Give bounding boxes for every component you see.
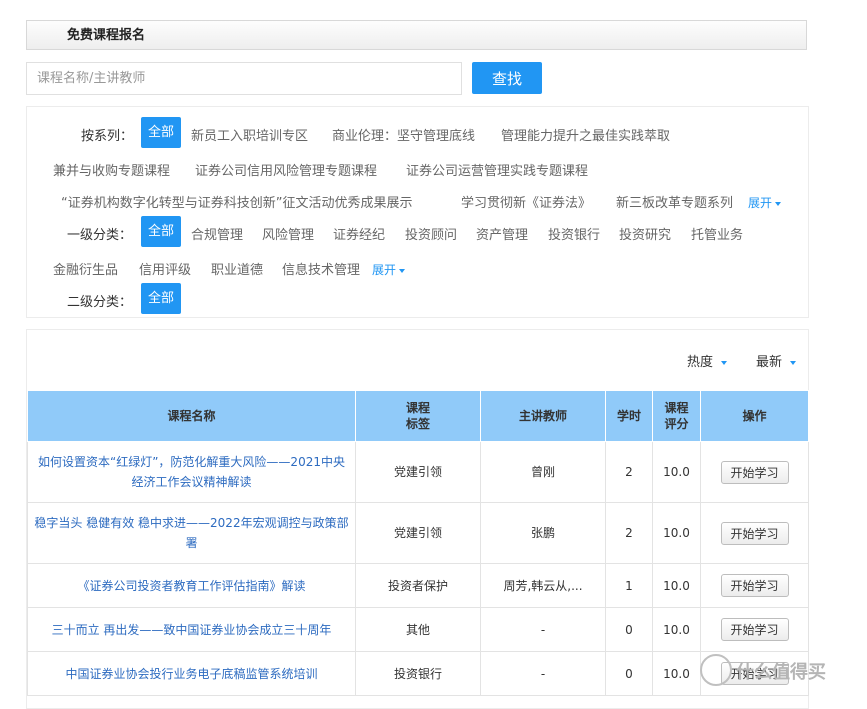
course-action-cell: 开始学习 [700, 607, 809, 652]
series-filter-item[interactable]: 新员工入职培训专区 [191, 125, 308, 144]
sort-by-latest[interactable]: 最新 [756, 351, 797, 370]
chevron-down-icon [399, 268, 406, 273]
column-header-tag: 课程 标签 [355, 390, 481, 442]
search-button[interactable]: 查找 [472, 62, 542, 94]
series-filter-item[interactable]: 商业伦理：坚守管理底线 [332, 125, 475, 144]
course-tag: 党建引领 [355, 502, 481, 564]
course-teacher: - [480, 607, 606, 652]
column-header-teacher: 主讲教师 [480, 390, 606, 442]
column-header-action: 操作 [700, 390, 809, 442]
watermark: 什么值得买 [700, 652, 860, 692]
start-study-button[interactable]: 开始学习 [720, 521, 789, 545]
course-hours: 2 [605, 502, 653, 564]
level2-filter-all[interactable]: 全部 [141, 283, 181, 314]
sort-hot-label: 热度 [687, 355, 714, 370]
course-tag: 投资银行 [355, 651, 481, 696]
start-study-button[interactable]: 开始学习 [720, 618, 789, 641]
level1-filter-item[interactable]: 金融衍生品 [53, 259, 118, 278]
watermark-text: 什么值得买 [736, 662, 826, 683]
course-hours: 1 [605, 563, 653, 608]
series-filter-all[interactable]: 全部 [141, 117, 181, 148]
level1-filter-item[interactable]: 资产管理 [476, 224, 528, 243]
level1-expand-label: 展开 [372, 263, 397, 277]
course-name-link[interactable]: 稳字当头 稳健有效 稳中求进——2022年宏观调控与政策部署 [27, 502, 356, 564]
course-name-link[interactable]: 《证券公司投资者教育工作评估指南》解读 [27, 563, 356, 608]
series-filter-item[interactable]: 管理能力提升之最佳实践萃取 [501, 125, 670, 144]
table-row: 如何设置资本“红绿灯”，防范化解重大风险——2021中央经济工作会议精神解读 党… [27, 441, 809, 503]
course-action-cell: 开始学习 [700, 441, 809, 503]
course-tag: 其他 [355, 607, 481, 652]
sort-latest-label: 最新 [756, 355, 783, 370]
series-expand-label: 展开 [748, 196, 773, 210]
level1-filter-label: 一级分类： [67, 228, 133, 243]
course-score: 10.0 [652, 502, 701, 564]
course-teacher: 张鹏 [480, 502, 606, 564]
level1-filter-item[interactable]: 职业道德 [211, 259, 263, 278]
series-filter-item[interactable]: 兼并与收购专题课程 [53, 160, 170, 179]
level1-filter-item[interactable]: 投资顾问 [405, 224, 457, 243]
column-header-hours: 学时 [605, 390, 653, 442]
chevron-down-icon [775, 201, 782, 206]
section-title: 免费课程报名 [67, 28, 146, 43]
sort-by-hot[interactable]: 热度 [687, 351, 728, 370]
series-filter-item[interactable]: 证券公司信用风险管理专题课程 [195, 160, 377, 179]
table-row: 稳字当头 稳健有效 稳中求进——2022年宏观调控与政策部署 党建引领 张鹏 2… [27, 502, 809, 564]
course-name-link[interactable]: 如何设置资本“红绿灯”，防范化解重大风险——2021中央经济工作会议精神解读 [27, 441, 356, 503]
level1-filter-item[interactable]: 合规管理 [191, 224, 243, 243]
column-header-name: 课程名称 [27, 390, 356, 442]
start-study-button[interactable]: 开始学习 [720, 574, 789, 597]
course-score: 10.0 [652, 441, 701, 503]
search-input[interactable] [26, 62, 462, 95]
level1-filter-all[interactable]: 全部 [141, 216, 181, 247]
start-study-button[interactable]: 开始学习 [720, 460, 789, 484]
level1-filter-item[interactable]: 投资研究 [619, 224, 671, 243]
level2-filter-label: 二级分类： [67, 295, 133, 310]
chevron-down-icon [790, 360, 797, 365]
series-filter-item[interactable]: 学习贯彻新《证券法》 [461, 192, 591, 211]
watermark-logo-icon [700, 654, 732, 686]
series-expand-link[interactable]: 展开 [748, 194, 782, 211]
series-filter-label: 按系列： [81, 129, 134, 144]
level1-filter-item[interactable]: 信息技术管理 [282, 259, 360, 278]
level1-filter-item[interactable]: 证券经纪 [333, 224, 385, 243]
course-action-cell: 开始学习 [700, 563, 809, 608]
course-teacher: 曾刚 [480, 441, 606, 503]
course-name-link[interactable]: 三十而立 再出发——致中国证券业协会成立三十周年 [27, 607, 356, 652]
course-table: 课程名称 课程 标签 主讲教师 学时 课程 评分 操作 如何设置资本“红绿灯”，… [27, 390, 809, 696]
course-action-cell: 开始学习 [700, 502, 809, 564]
level1-expand-link[interactable]: 展开 [372, 261, 406, 278]
chevron-down-icon [721, 360, 728, 365]
series-filter-item[interactable]: 新三板改革专题系列 [616, 192, 733, 211]
table-row: 中国证券业协会投行业务电子底稿监管系统培训 投资银行 - 0 10.0 开始学习 [27, 651, 809, 696]
level1-filter-item[interactable]: 信用评级 [139, 259, 191, 278]
series-filter-item[interactable]: 证券公司运营管理实践专题课程 [406, 160, 588, 179]
series-filter-item[interactable]: “证券机构数字化转型与证券科技创新”征文活动优秀成果展示 [61, 192, 412, 211]
level1-filter-item[interactable]: 风险管理 [262, 224, 314, 243]
filter-panel: 按系列： 全部 新员工入职培训专区 商业伦理：坚守管理底线 管理能力提升之最佳实… [26, 106, 809, 318]
course-tag: 党建引领 [355, 441, 481, 503]
table-header-row: 课程名称 课程 标签 主讲教师 学时 课程 评分 操作 [27, 390, 809, 442]
course-score: 10.0 [652, 651, 701, 696]
course-tag: 投资者保护 [355, 563, 481, 608]
level1-filter-item[interactable]: 托管业务 [691, 224, 743, 243]
course-hours: 2 [605, 441, 653, 503]
table-row: 《证券公司投资者教育工作评估指南》解读 投资者保护 周芳,韩云从,... 1 1… [27, 563, 809, 608]
course-score: 10.0 [652, 563, 701, 608]
column-header-score: 课程 评分 [652, 390, 701, 442]
course-teacher: 周芳,韩云从,... [480, 563, 606, 608]
course-name-link[interactable]: 中国证券业协会投行业务电子底稿监管系统培训 [27, 651, 356, 696]
table-row: 三十而立 再出发——致中国证券业协会成立三十周年 其他 - 0 10.0 开始学… [27, 607, 809, 652]
course-score: 10.0 [652, 607, 701, 652]
course-hours: 0 [605, 651, 653, 696]
course-hours: 0 [605, 607, 653, 652]
course-teacher: - [480, 651, 606, 696]
section-header: 免费课程报名 [26, 20, 807, 50]
level1-filter-item[interactable]: 投资银行 [548, 224, 600, 243]
